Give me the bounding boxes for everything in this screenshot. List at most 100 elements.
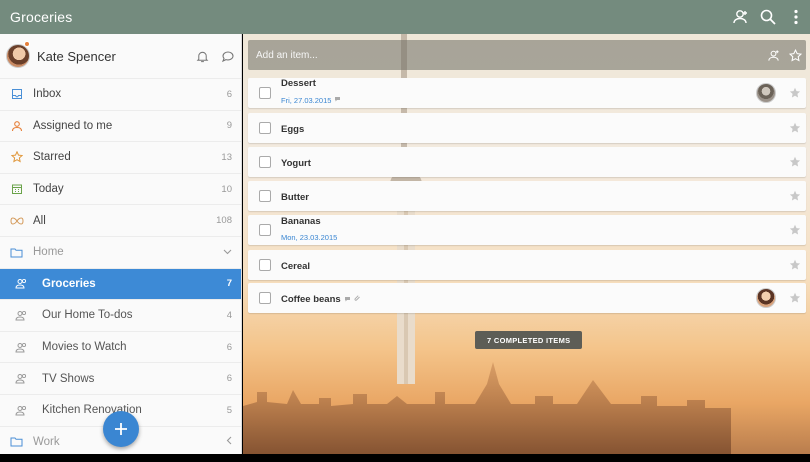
task-row[interactable]: Eggs	[248, 113, 806, 143]
task-content[interactable]: Dessert Fri, 27.03.2015	[281, 78, 756, 107]
search-icon[interactable]	[754, 0, 782, 34]
attachment-icon	[354, 289, 361, 307]
more-vert-icon[interactable]	[782, 0, 810, 34]
add-item-bar[interactable]: Add an item...	[248, 40, 806, 70]
task-row[interactable]: Butter	[248, 181, 806, 211]
task-content[interactable]: Butter	[281, 187, 784, 205]
sidebar-item-groceries[interactable]: Groceries 7	[0, 267, 241, 300]
list-navigation: Inbox 6 Assigned to me 9 Starred 13 Today 10 All…	[0, 78, 241, 454]
task-title: Cereal	[281, 261, 311, 272]
add-list-button[interactable]	[103, 411, 139, 447]
task-title: Bananas	[281, 215, 321, 227]
sidebar-item-label: Today	[33, 183, 64, 196]
note-icon	[334, 89, 341, 107]
bell-icon[interactable]	[189, 50, 215, 63]
user-name[interactable]: Kate Spencer	[37, 49, 189, 64]
task-due-date: Fri, 27.03.2015	[281, 95, 332, 105]
people-icon	[0, 405, 42, 416]
task-content[interactable]: Bananas Mon, 23.03.2015	[281, 216, 784, 245]
sidebar-item-label: Starred	[33, 151, 71, 164]
item-count: 13	[221, 151, 232, 163]
note-icon	[344, 289, 351, 307]
star-icon[interactable]	[784, 87, 806, 99]
task-content[interactable]: Coffee beans	[281, 289, 756, 307]
item-count: 6	[226, 373, 232, 385]
item-count: 7	[226, 278, 232, 290]
sidebar-item-today[interactable]: Today 10	[0, 172, 241, 205]
task-title: Dessert	[281, 78, 316, 90]
sidebar-item-label: Groceries	[42, 277, 96, 290]
task-checkbox[interactable]	[259, 156, 271, 168]
assign-icon[interactable]	[762, 49, 784, 62]
people-icon	[0, 278, 42, 289]
chevron-left-icon[interactable]	[226, 436, 241, 448]
people-icon	[0, 342, 42, 353]
system-bar	[0, 454, 810, 462]
item-count: 108	[216, 215, 232, 227]
task-content[interactable]: Yogurt	[281, 153, 784, 171]
inbox-icon	[0, 88, 33, 100]
item-count: 6	[226, 88, 232, 100]
sidebar-item-starred[interactable]: Starred 13	[0, 141, 241, 173]
sidebar-item-tv-shows[interactable]: TV Shows 6	[0, 362, 241, 394]
sidebar-item-label: All	[33, 214, 46, 227]
top-bar: Groceries	[0, 0, 810, 34]
chat-icon[interactable]	[215, 50, 241, 63]
sidebar-item-home[interactable]: Home	[0, 235, 241, 268]
sidebar-item-label: Inbox	[33, 88, 62, 101]
assignee-avatar[interactable]	[756, 83, 776, 103]
sidebar-item-label: Assigned to me	[33, 119, 113, 132]
task-row[interactable]: Bananas Mon, 23.03.2015	[248, 215, 806, 245]
star-icon[interactable]	[784, 224, 806, 236]
sidebar: Kate Spencer Inbox 6 Assigned to me 9 Starre…	[0, 34, 242, 454]
star-icon	[0, 151, 33, 163]
sidebar-item-all[interactable]: All 108	[0, 204, 241, 236]
folder-icon	[0, 247, 33, 258]
assignee-avatar[interactable]	[756, 288, 776, 308]
task-checkbox[interactable]	[259, 292, 271, 304]
sidebar-item-assigned-to-me[interactable]: Assigned to me 9	[0, 109, 241, 142]
item-count: 9	[226, 120, 232, 132]
task-checkbox[interactable]	[259, 224, 271, 236]
task-checkbox[interactable]	[259, 259, 271, 271]
person-icon	[0, 120, 33, 132]
task-checkbox[interactable]	[259, 190, 271, 202]
add-item-input[interactable]: Add an item...	[248, 50, 762, 61]
sidebar-item-label: Home	[33, 246, 64, 259]
task-area: Add an item... Dessert Fri, 27.03.2015 Egg…	[243, 34, 810, 454]
notification-dot	[24, 41, 30, 47]
star-icon[interactable]	[784, 259, 806, 271]
task-title: Coffee beans	[281, 294, 341, 306]
task-checkbox[interactable]	[259, 87, 271, 99]
people-icon	[0, 373, 42, 384]
sidebar-item-label: Our Home To-dos	[42, 309, 133, 322]
task-title: Eggs	[281, 124, 305, 135]
star-icon[interactable]	[784, 122, 806, 134]
sidebar-item-inbox[interactable]: Inbox 6	[0, 78, 241, 110]
sidebar-item-label: Movies to Watch	[42, 341, 127, 354]
star-icon[interactable]	[784, 156, 806, 168]
star-icon[interactable]	[784, 292, 806, 304]
task-checkbox[interactable]	[259, 122, 271, 134]
star-icon[interactable]	[784, 190, 806, 202]
item-count: 5	[226, 404, 232, 416]
folder-icon	[0, 436, 33, 447]
sidebar-item-label: TV Shows	[42, 372, 95, 385]
profile-header[interactable]: Kate Spencer	[0, 34, 241, 78]
star-outline-icon[interactable]	[784, 48, 806, 62]
task-row[interactable]: Cereal	[248, 250, 806, 280]
task-content[interactable]: Cereal	[281, 256, 784, 274]
infinity-icon	[0, 216, 33, 226]
task-content[interactable]: Eggs	[281, 119, 784, 137]
user-avatar[interactable]	[6, 44, 30, 68]
task-due-date: Mon, 23.03.2015	[281, 232, 338, 242]
add-member-icon[interactable]	[726, 0, 754, 34]
task-title: Yogurt	[281, 158, 311, 169]
chevron-down-icon[interactable]	[223, 247, 241, 258]
task-row[interactable]: Dessert Fri, 27.03.2015	[248, 78, 806, 108]
completed-items-button[interactable]: 7 COMPLETED ITEMS	[475, 331, 583, 349]
task-row[interactable]: Yogurt	[248, 147, 806, 177]
sidebar-item-our-home-to-dos[interactable]: Our Home To-dos 4	[0, 299, 241, 331]
task-row[interactable]: Coffee beans	[248, 283, 806, 313]
sidebar-item-movies-to-watch[interactable]: Movies to Watch 6	[0, 330, 241, 363]
